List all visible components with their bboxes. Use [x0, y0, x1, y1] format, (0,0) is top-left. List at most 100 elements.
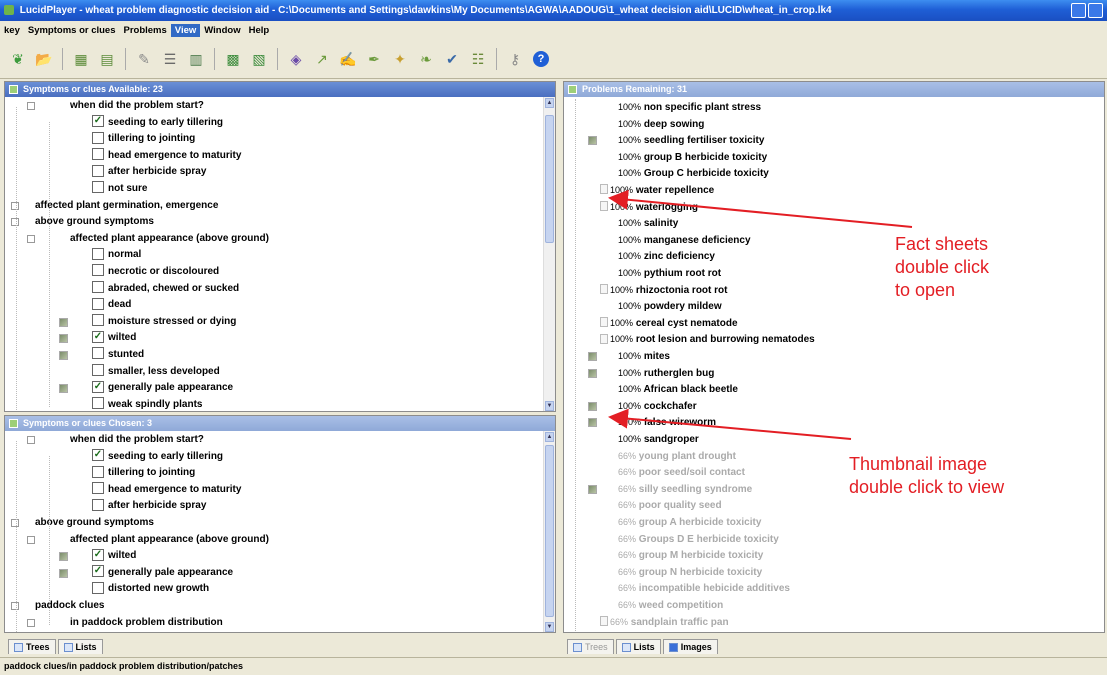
- clue-item[interactable]: tillering to jointing: [92, 131, 195, 148]
- thumbnail-image-icon[interactable]: [59, 334, 68, 344]
- problem-item[interactable]: 100% cockchafer: [618, 398, 697, 415]
- problem-item[interactable]: 100% waterlogging: [600, 199, 698, 216]
- thumbnail-image-icon[interactable]: [59, 317, 68, 327]
- tree-group-node[interactable]: affected plant germination, emergence: [35, 198, 218, 215]
- menu-problems[interactable]: Problems: [120, 24, 171, 37]
- problem-item[interactable]: 100% Group C herbicide toxicity: [618, 165, 769, 182]
- checkbox[interactable]: [92, 181, 104, 194]
- clue-item[interactable]: weak spindly plants: [92, 397, 202, 411]
- scroll-down-arrow-icon[interactable]: ▼: [545, 401, 554, 411]
- tree-group-node[interactable]: affected plant appearance (above ground): [70, 532, 269, 549]
- checkbox[interactable]: [92, 264, 104, 277]
- clue-item[interactable]: abraded, chewed or sucked: [92, 280, 239, 298]
- open-folder-icon[interactable]: 📂: [35, 51, 52, 67]
- compare-icon[interactable]: ▩: [225, 51, 241, 67]
- checked-checkbox-icon[interactable]: ✓: [92, 548, 104, 561]
- problem-item[interactable]: 66% weed competition: [618, 597, 723, 614]
- problem-item[interactable]: 100% rutherglen bug: [618, 365, 714, 382]
- clue-item[interactable]: necrotic or discoloured: [92, 264, 219, 281]
- problem-item[interactable]: 66% group M herbicide toxicity: [618, 547, 763, 564]
- checked-checkbox-icon[interactable]: ✓: [92, 565, 104, 578]
- filter-list-icon[interactable]: ☷: [470, 51, 486, 67]
- problem-item[interactable]: 100% mites: [618, 348, 670, 365]
- checkbox[interactable]: [92, 164, 104, 177]
- fact-sheet-icon[interactable]: [600, 333, 608, 344]
- menu-window[interactable]: Window: [200, 24, 244, 37]
- pen-alt-icon[interactable]: ✍: [339, 51, 356, 67]
- problem-item[interactable]: 66% group A herbicide toxicity: [618, 514, 761, 531]
- problem-item[interactable]: 100% non specific plant stress: [618, 99, 761, 116]
- clue-item[interactable]: dead: [92, 297, 131, 314]
- problem-item[interactable]: 66% poor quality seed: [618, 497, 722, 514]
- clue-item[interactable]: stunted: [92, 347, 144, 364]
- clue-item[interactable]: ✓ generally pale appearance: [92, 380, 233, 397]
- pen-icon[interactable]: ↗: [314, 51, 330, 67]
- problem-item[interactable]: 100% group B herbicide toxicity: [618, 149, 767, 166]
- magic-wand-icon[interactable]: ✎: [136, 51, 152, 67]
- scroll-up-arrow-icon[interactable]: ▲: [545, 98, 554, 108]
- fact-sheet-icon[interactable]: [600, 317, 608, 328]
- expand-collapse-icon[interactable]: [11, 218, 19, 227]
- key-icon[interactable]: ⚷: [507, 51, 523, 67]
- tab-images[interactable]: Images: [662, 639, 718, 654]
- problem-item[interactable]: 100% rhizoctonia root rot: [600, 282, 727, 299]
- pin-icon[interactable]: ✦: [392, 51, 408, 67]
- clue-item[interactable]: after herbicide spray: [92, 498, 206, 515]
- tree-group-node[interactable]: paddock clues: [35, 598, 104, 615]
- problem-item[interactable]: 100% seedling fertiliser toxicity: [618, 132, 764, 149]
- tree-group-node[interactable]: in paddock problem distribution: [70, 615, 223, 632]
- clue-item[interactable]: ✓ generally pale appearance: [92, 565, 233, 582]
- problem-item[interactable]: 100% pythium root rot: [618, 265, 721, 282]
- checked-checkbox-icon[interactable]: ✓: [92, 114, 104, 127]
- checkbox[interactable]: [92, 498, 104, 511]
- problem-item[interactable]: 100% deep sowing: [618, 116, 704, 133]
- scroll-down-arrow-icon[interactable]: ▼: [545, 622, 554, 632]
- help-icon[interactable]: ?: [533, 50, 549, 67]
- problem-item[interactable]: 100% manganese deficiency: [618, 232, 751, 249]
- tab-trees[interactable]: Trees: [567, 639, 614, 654]
- problem-item[interactable]: 66% young plant drought: [618, 448, 736, 465]
- expand-collapse-icon[interactable]: [11, 201, 19, 210]
- checkbox[interactable]: [92, 482, 104, 495]
- clue-item[interactable]: ✓ seeding to early tillering: [92, 114, 223, 132]
- checkbox[interactable]: [92, 581, 104, 594]
- funnel-icon[interactable]: ◈: [288, 51, 304, 67]
- clue-item[interactable]: smaller, less developed: [92, 363, 220, 381]
- clue-item[interactable]: tillering to jointing: [92, 465, 195, 482]
- tree-group-node[interactable]: above ground symptoms: [35, 515, 154, 532]
- thumbnail-image-icon[interactable]: [59, 552, 68, 562]
- clue-item[interactable]: after herbicide spray: [92, 164, 206, 181]
- expand-collapse-icon[interactable]: [27, 102, 35, 110]
- minimize-button[interactable]: [1071, 3, 1086, 18]
- clue-item[interactable]: ✓ wilted: [92, 548, 136, 565]
- problem-item[interactable]: 66% Groups D E herbicide toxicity: [618, 531, 779, 548]
- menu-view[interactable]: View: [170, 23, 201, 37]
- problem-item[interactable]: 66% group N herbicide toxicity: [618, 564, 762, 581]
- tree-group-node[interactable]: when did the problem start?: [70, 98, 204, 115]
- scroll-up-arrow-icon[interactable]: ▲: [545, 432, 554, 442]
- thumbnail-image-icon[interactable]: [588, 136, 597, 146]
- clue-item[interactable]: normal: [92, 247, 141, 264]
- checked-checkbox-icon[interactable]: ✓: [92, 380, 104, 393]
- checkbox[interactable]: [92, 347, 104, 360]
- checked-checkbox-icon[interactable]: ✓: [92, 448, 104, 461]
- clue-item[interactable]: moisture stressed or dying: [92, 314, 236, 331]
- fact-sheet-icon[interactable]: [600, 283, 608, 294]
- compare-alt-icon[interactable]: ▧: [251, 51, 267, 67]
- clue-item[interactable]: head emergence to maturity: [92, 482, 241, 499]
- chosen-scrollbar[interactable]: ▲ ▼: [543, 431, 555, 632]
- pen-alt2-icon[interactable]: ✒: [366, 51, 382, 67]
- clue-item[interactable]: not sure: [92, 181, 147, 198]
- checkbox[interactable]: [92, 314, 104, 327]
- problem-item[interactable]: 100% sandgroper: [618, 431, 699, 448]
- fact-sheet-icon[interactable]: [600, 615, 608, 626]
- clue-item[interactable]: distorted new growth: [92, 581, 209, 598]
- problem-item[interactable]: 100% root lesion and burrowing nematodes: [600, 331, 815, 348]
- expand-collapse-icon[interactable]: [11, 519, 19, 527]
- tab-lists[interactable]: Lists: [57, 639, 103, 654]
- checkbox[interactable]: [92, 397, 104, 410]
- menu-help[interactable]: Help: [245, 24, 274, 37]
- problem-item[interactable]: 66% silly seedling syndrome: [618, 481, 752, 498]
- key-check-icon[interactable]: ✔: [444, 51, 460, 67]
- thumbnail-image-icon[interactable]: [588, 368, 597, 378]
